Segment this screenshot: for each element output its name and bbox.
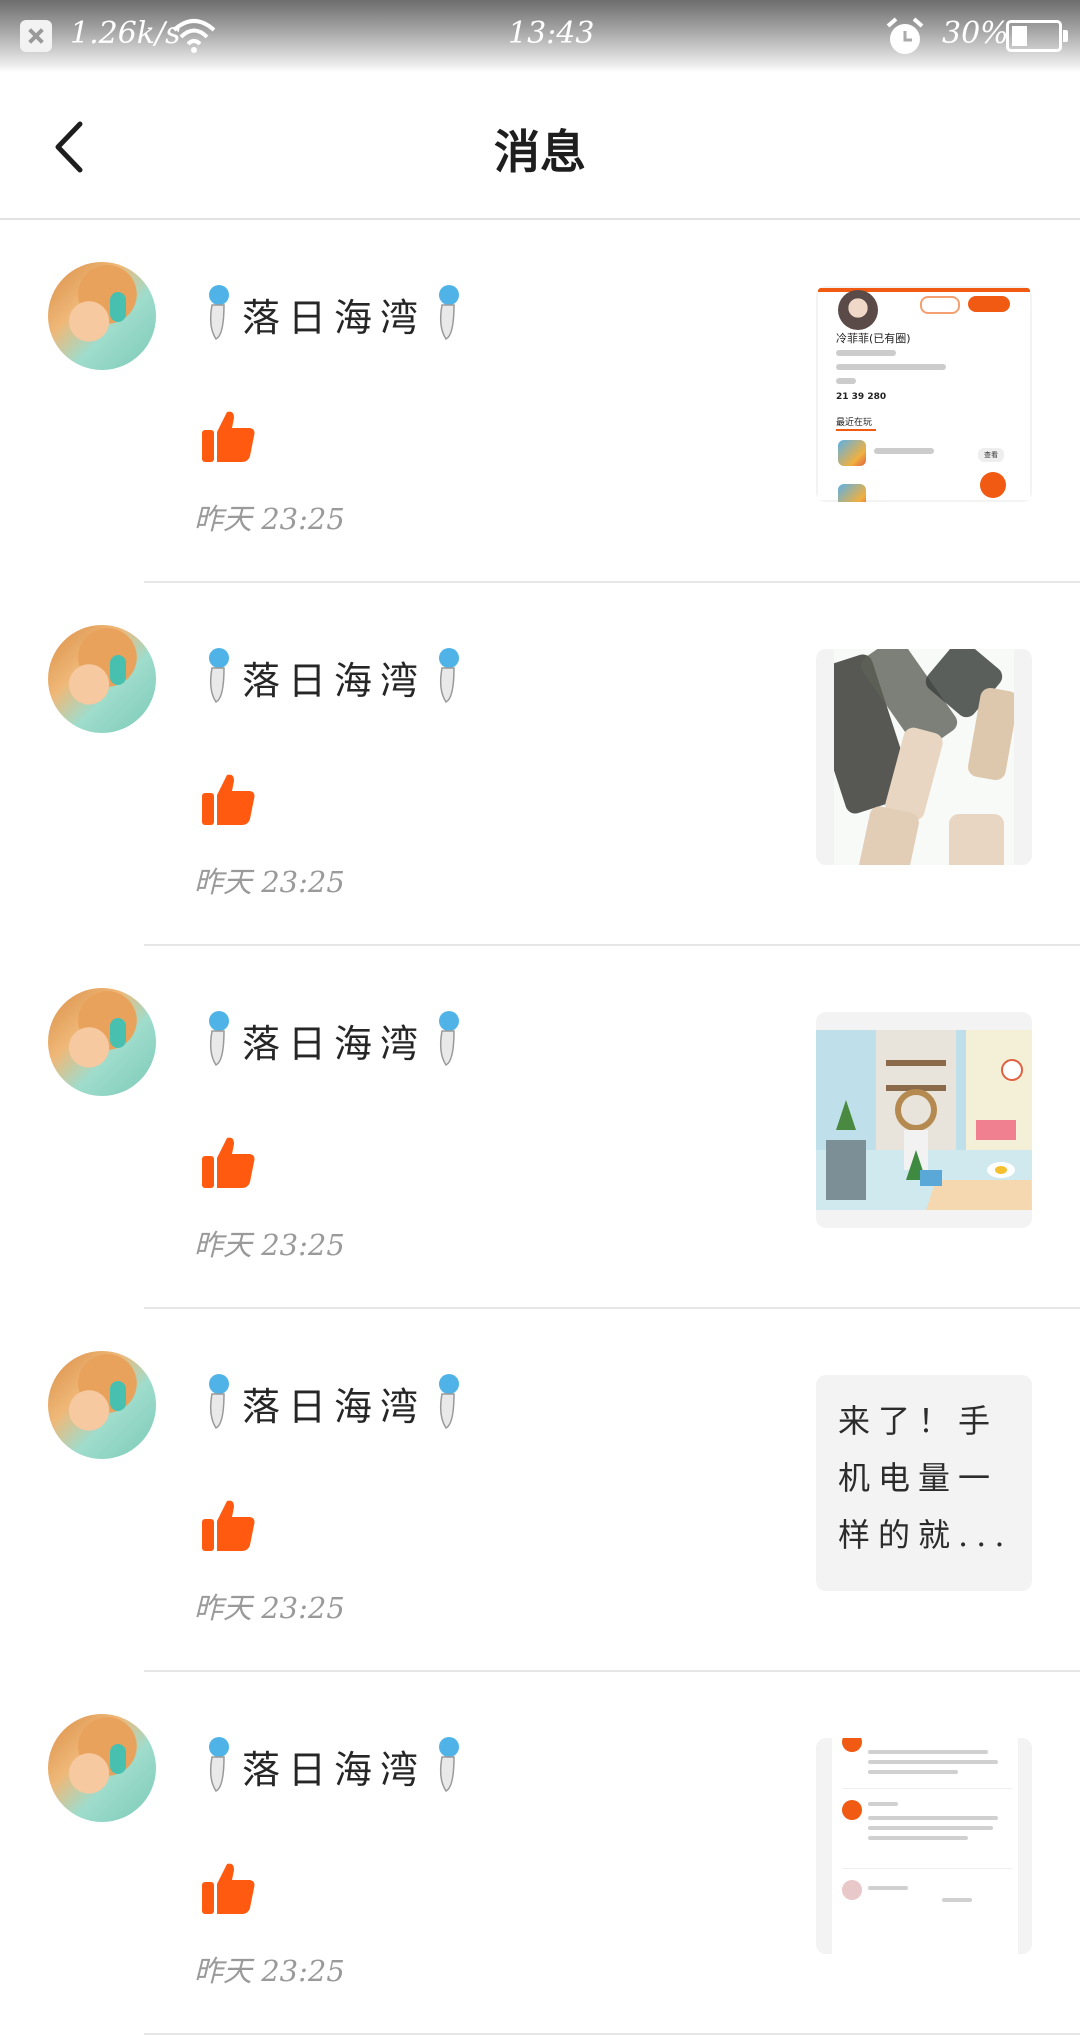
avatar[interactable] xyxy=(48,1714,156,1822)
wind-chime-icon xyxy=(209,648,229,703)
profile-avatar-image xyxy=(838,290,878,330)
post-preview-text: 来了！手机电量一样的就... xyxy=(838,1402,1013,1554)
timestamp: 昨天 23:25 xyxy=(194,502,345,536)
timestamp: 昨天 23:25 xyxy=(194,1228,345,1262)
username[interactable]: 落日海湾 xyxy=(196,1008,472,1072)
comments-screenshot xyxy=(832,1738,1018,1954)
wind-chime-icon xyxy=(209,285,229,340)
message-list: 落日海湾 昨天 23:25 冷菲菲(已有圈) 21 39 280 最近在玩 查看 xyxy=(0,220,1080,2035)
wifi-icon xyxy=(172,19,216,53)
thumbs-up-icon xyxy=(202,1137,255,1188)
avatar[interactable] xyxy=(48,262,156,370)
username[interactable]: 落日海湾 xyxy=(196,1734,472,1798)
header: 消息 xyxy=(0,72,1080,220)
wind-chime-icon xyxy=(439,648,460,703)
list-item[interactable]: 落日海湾 昨天 23:25 冷菲菲(已有圈) 21 39 280 最近在玩 查看 xyxy=(0,220,1080,583)
thumbs-up-icon xyxy=(202,774,255,825)
post-thumbnail[interactable]: 来了！手机电量一样的就... xyxy=(816,1375,1032,1591)
username[interactable]: 落日海湾 xyxy=(196,1371,472,1435)
list-item[interactable]: 落日海湾 昨天 23:25 来了！手机电量一样的就... xyxy=(0,1309,1080,1672)
wind-chime-icon xyxy=(439,1737,460,1792)
username-text: 落日海湾 xyxy=(242,1747,427,1792)
username[interactable]: 落日海湾 xyxy=(196,282,472,346)
post-thumbnail[interactable]: 冷菲菲(已有圈) 21 39 280 最近在玩 查看 xyxy=(816,286,1032,502)
alarm-clock-icon xyxy=(886,17,924,54)
thumb-stats: 21 39 280 xyxy=(836,392,887,402)
thumbs-up-icon xyxy=(202,1863,255,1914)
thumbs-up-icon xyxy=(202,1500,255,1551)
thumb-tab: 最近在玩 xyxy=(836,418,873,428)
post-thumbnail[interactable] xyxy=(816,1738,1032,1954)
thumb-profile-name: 冷菲菲(已有圈) xyxy=(836,332,911,345)
wind-chime-icon xyxy=(209,1374,229,1429)
wind-chime-icon xyxy=(209,1011,229,1066)
timestamp: 昨天 23:25 xyxy=(194,865,345,899)
list-item[interactable]: 落日海湾 昨天 23:25 xyxy=(0,1672,1080,2035)
network-speed: 1.26k/s xyxy=(70,16,181,51)
brush-strokes-image xyxy=(834,649,1014,865)
status-bar: 1.26k/s 13:43 30% xyxy=(0,0,1080,72)
wind-chime-icon xyxy=(209,1737,229,1792)
thumbs-up-icon xyxy=(202,411,255,462)
room-scene-image xyxy=(816,1030,1032,1210)
thumb-check-button: 查看 xyxy=(978,448,1004,462)
close-notification-icon xyxy=(20,20,52,52)
wind-chime-icon xyxy=(439,1374,460,1429)
username-text: 落日海湾 xyxy=(242,1021,427,1066)
list-item[interactable]: 落日海湾 昨天 23:25 xyxy=(0,946,1080,1309)
username[interactable]: 落日海湾 xyxy=(196,645,472,709)
avatar[interactable] xyxy=(48,625,156,733)
heart-icon xyxy=(980,472,1006,498)
list-item[interactable]: 落日海湾 昨天 23:25 xyxy=(0,583,1080,946)
clock-time: 13:43 xyxy=(508,16,595,51)
post-thumbnail[interactable] xyxy=(816,649,1032,865)
page-title: 消息 xyxy=(494,125,586,179)
timestamp: 昨天 23:25 xyxy=(194,1591,345,1625)
avatar[interactable] xyxy=(48,988,156,1096)
username-text: 落日海湾 xyxy=(242,1384,427,1429)
username-text: 落日海湾 xyxy=(242,295,427,340)
wind-chime-icon xyxy=(439,1011,460,1066)
timestamp: 昨天 23:25 xyxy=(194,1954,345,1988)
wind-chime-icon xyxy=(439,285,460,340)
avatar[interactable] xyxy=(48,1351,156,1459)
battery-percent: 30% xyxy=(942,16,1009,51)
battery-icon xyxy=(1006,20,1068,52)
username-text: 落日海湾 xyxy=(242,658,427,703)
post-thumbnail[interactable] xyxy=(816,1012,1032,1228)
